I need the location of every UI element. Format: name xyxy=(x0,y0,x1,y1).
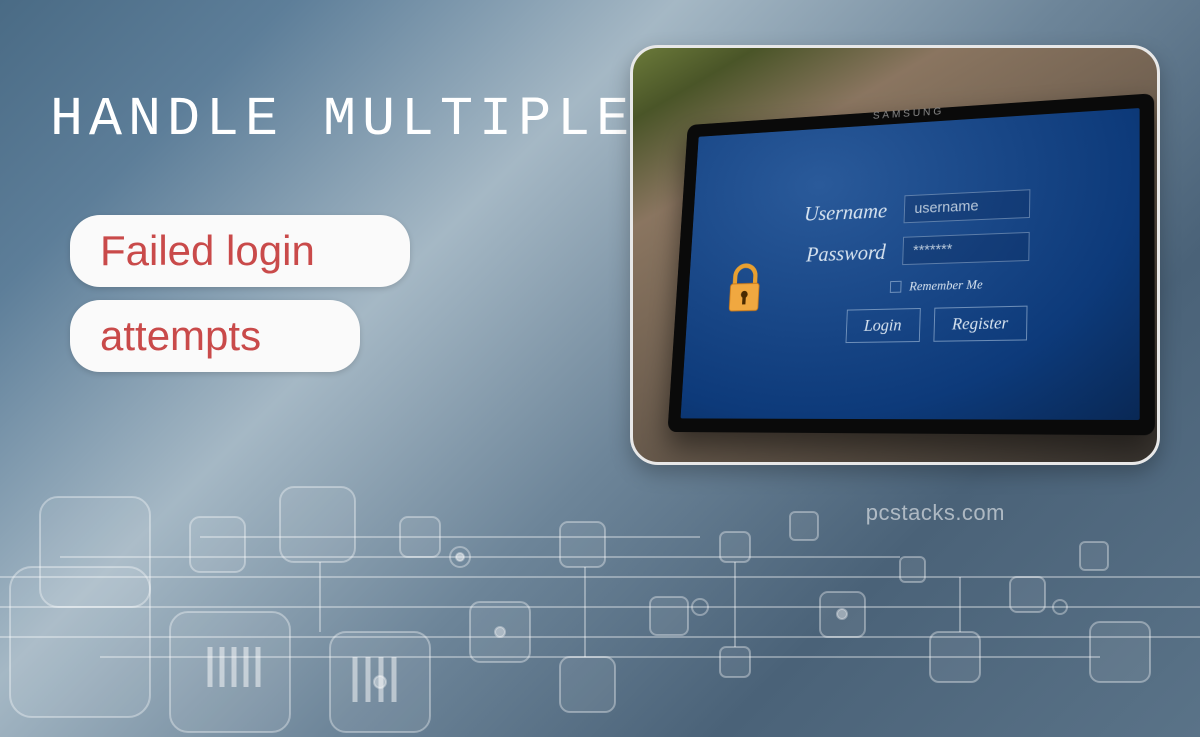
register-button[interactable]: Register xyxy=(933,306,1028,342)
headline: HANDLE MULTIPLE xyxy=(50,85,635,154)
pill-failed-login: Failed login xyxy=(70,215,410,287)
pill-attempts: attempts xyxy=(70,300,360,372)
password-field[interactable]: ******* xyxy=(902,232,1030,265)
login-button[interactable]: Login xyxy=(845,308,920,343)
password-row: Password ******* xyxy=(784,232,1030,269)
username-row: Username username xyxy=(786,189,1030,228)
circuit-decoration xyxy=(0,457,1200,737)
username-label: Username xyxy=(786,198,888,227)
remember-label: Remember Me xyxy=(909,276,983,294)
password-label: Password xyxy=(784,239,886,268)
username-field[interactable]: username xyxy=(904,189,1031,223)
watermark: pcstacks.com xyxy=(866,500,1005,526)
remember-checkbox[interactable] xyxy=(890,281,902,293)
tablet-brand: SAMSUNG xyxy=(873,106,945,122)
lock-icon xyxy=(726,262,763,315)
tablet-illustration: SAMSUNG Username username Password *****… xyxy=(630,45,1160,465)
remember-row[interactable]: Remember Me xyxy=(890,276,983,294)
